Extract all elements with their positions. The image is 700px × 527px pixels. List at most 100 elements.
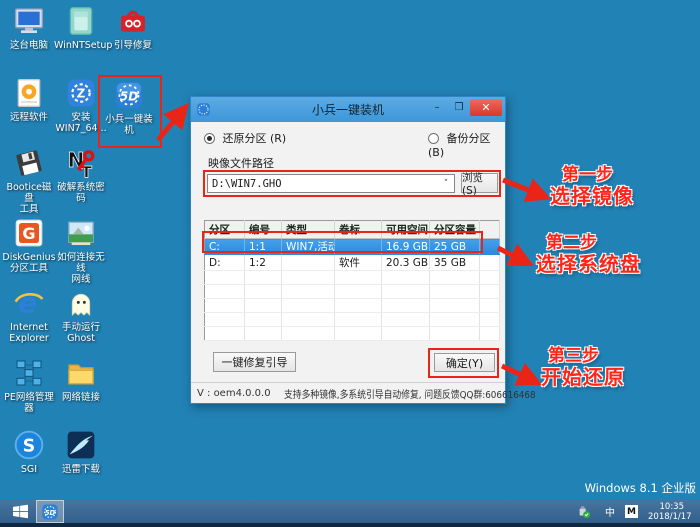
svg-text:G: G [22, 224, 35, 243]
start-button[interactable] [7, 502, 33, 521]
desktop-icon-install-win7[interactable]: Z 安装 WIN7_64... [54, 76, 108, 134]
desktop-icon-bootice[interactable]: Bootice磁盘 工具 [2, 146, 56, 215]
computer-icon [12, 4, 46, 38]
radio-backup-partition[interactable]: 备份分区 (B) [428, 130, 505, 159]
desktop-icon-pe-network-manager[interactable]: PE网络管理器 [2, 356, 56, 414]
icon-label: PE网络管理器 [4, 392, 54, 414]
xiaobing-install-dialog: 小兵一键装机 – ❒ ✕ 还原分区 (R) 备份分区 (B) 映像文件路径 D:… [190, 96, 535, 404]
usb-safely-remove-icon[interactable] [577, 505, 591, 519]
xiaobing-logo-icon: 5D [112, 78, 146, 112]
desktop-icon-winntsetup[interactable]: WinNTSetup [54, 4, 113, 51]
system-tray: 中 M 10:35 2018/1/17 [577, 500, 700, 523]
desktop-icon-diskgenius[interactable]: G DiskGenius 分区工具 [2, 216, 56, 274]
version-text: V : oem4.0.0.0 [197, 387, 271, 399]
desktop-icon-remote-software[interactable]: 远程软件 [2, 76, 56, 123]
image-path-combobox[interactable]: D:\WIN7.GHO ˅ [207, 174, 455, 193]
clock-date: 2018/1/17 [648, 511, 692, 522]
table-row-empty [204, 284, 500, 299]
desktop-icon-wireless-guide[interactable]: 如何连接无线 网线 [54, 216, 108, 285]
icon-label: 网络链接 [61, 392, 100, 403]
sgi-logo-icon: S [12, 428, 46, 462]
ime-mode-indicator[interactable]: M [625, 505, 638, 518]
ie-icon: e [12, 286, 46, 320]
icon-label: 这台电脑 [9, 40, 48, 51]
icon-label: 破解系统密码 [57, 182, 105, 204]
browse-button[interactable]: 浏览(S) [461, 172, 498, 197]
document-sun-icon [12, 76, 46, 110]
desktop-icon-sgi[interactable]: S SGI [2, 428, 56, 475]
icon-label: 迅雷下载 [61, 464, 100, 475]
setup-box-icon [64, 4, 98, 38]
image-path-label: 映像文件路径 [208, 157, 274, 170]
icon-label: 手动运行 Ghost [61, 322, 100, 344]
ok-button[interactable]: 确定(Y) [434, 353, 495, 372]
icon-label: Bootice磁盘 工具 [6, 182, 52, 215]
icon-label: Internet Explorer [9, 322, 49, 344]
desktop-icon-xiaobing[interactable]: 5D 小兵一键装机 [102, 78, 156, 136]
table-row-c-selected[interactable]: C: 1:1 WIN7,活动 16.9 GB 25 GB [204, 238, 500, 255]
repair-boot-button[interactable]: 一键修复引导 [213, 352, 296, 372]
ime-language-indicator[interactable]: 中 [605, 504, 615, 519]
arrow-to-dialog [156, 103, 189, 142]
radio-restore-partition[interactable]: 还原分区 (R) [204, 130, 286, 146]
table-row-empty [204, 298, 500, 313]
briefcase-icon [116, 4, 150, 38]
arrow-step1 [502, 177, 552, 202]
icon-label: DiskGenius 分区工具 [2, 252, 56, 274]
icon-label: 远程软件 [9, 112, 48, 123]
icon-label: 如何连接无线 网线 [57, 252, 105, 285]
annotation-step-1: 第一步 选择镜像 [550, 165, 634, 208]
photo-icon [64, 216, 98, 250]
svg-text:Z: Z [77, 87, 86, 101]
svg-text:5D: 5D [45, 509, 56, 517]
desktop: 这台电脑 WinNTSetup 引导修复 远程软件 Z 安装 WIN7_64..… [0, 0, 700, 527]
desktop-icon-crack-password[interactable]: N T 破解系统密码 [54, 146, 108, 204]
installer-gear-icon: Z [64, 76, 98, 110]
image-path-value: D:\WIN7.GHO [212, 177, 282, 190]
taskbar: 5D 中 M 10:35 2018/1/17 [0, 500, 700, 523]
annotation-step-3: 第三步 开始还原 [541, 346, 625, 389]
windows-logo-icon [12, 504, 28, 519]
os-edition-label: Windows 8.1 企业版 [584, 481, 696, 495]
dialog-statusbar: V : oem4.0.0.0 支持多种镜像,多系统引导自动修复, 问题反馈QQ群… [191, 382, 535, 403]
network-diagram-icon [12, 356, 46, 390]
desktop-icon-boot-repair[interactable]: 引导修复 [106, 4, 160, 51]
xiaobing-logo-icon: 5D [42, 504, 58, 519]
dialog-titlebar[interactable]: 小兵一键装机 – ❒ ✕ [191, 97, 505, 122]
taskbar-app-xiaobing[interactable]: 5D [36, 500, 64, 523]
diskgenius-logo-icon: G [12, 216, 46, 250]
icon-label: 小兵一键装机 [105, 114, 153, 136]
icon-label: SGI [20, 464, 38, 475]
table-row-empty [204, 312, 500, 327]
ghost-icon [64, 286, 98, 320]
icon-label: WinNTSetup [54, 40, 113, 51]
icon-label: 引导修复 [113, 40, 152, 51]
radio-unselected-icon [428, 133, 439, 144]
table-row-d[interactable]: D: 1:2 软件 20.3 GB 35 GB [204, 254, 500, 271]
maximize-button[interactable]: ❒ [448, 99, 470, 116]
desktop-icon-internet-explorer[interactable]: e Internet Explorer [2, 286, 56, 344]
letter-key-icon: N T [64, 146, 98, 180]
taskbar-clock[interactable]: 10:35 2018/1/17 [648, 502, 700, 522]
arrow-step3 [500, 362, 543, 386]
radio-selected-icon [204, 133, 215, 144]
close-button[interactable]: ✕ [470, 99, 502, 116]
minimize-button[interactable]: – [426, 99, 448, 116]
svg-text:5D: 5D [120, 89, 138, 103]
table-header-row: 分区 编号 类型 卷标 可用空间 分区容量 [204, 220, 500, 239]
svg-text:S: S [23, 437, 35, 457]
partition-table: 分区 编号 类型 卷标 可用空间 分区容量 C: 1:1 WIN7,活动 16.9 GB… [204, 220, 500, 341]
taskbar-bottom-edge [0, 523, 700, 527]
support-info-text: 支持多种镜像,多系统引导自动修复, 问题反馈QQ群:606616468 [283, 389, 536, 401]
desktop-icon-network-links[interactable]: 网络链接 [54, 356, 108, 403]
desktop-icon-xunlei[interactable]: 迅雷下载 [54, 428, 108, 475]
thunder-bird-icon [64, 428, 98, 462]
floppy-disk-icon [12, 146, 46, 180]
desktop-icon-ghost[interactable]: 手动运行 Ghost [54, 286, 108, 344]
table-row-empty [204, 270, 500, 285]
chevron-down-icon[interactable]: ˅ [438, 179, 454, 189]
svg-text:e: e [18, 287, 37, 319]
folder-icon [64, 356, 98, 390]
desktop-icon-this-pc[interactable]: 这台电脑 [2, 4, 56, 51]
clock-time: 10:35 [659, 501, 685, 512]
